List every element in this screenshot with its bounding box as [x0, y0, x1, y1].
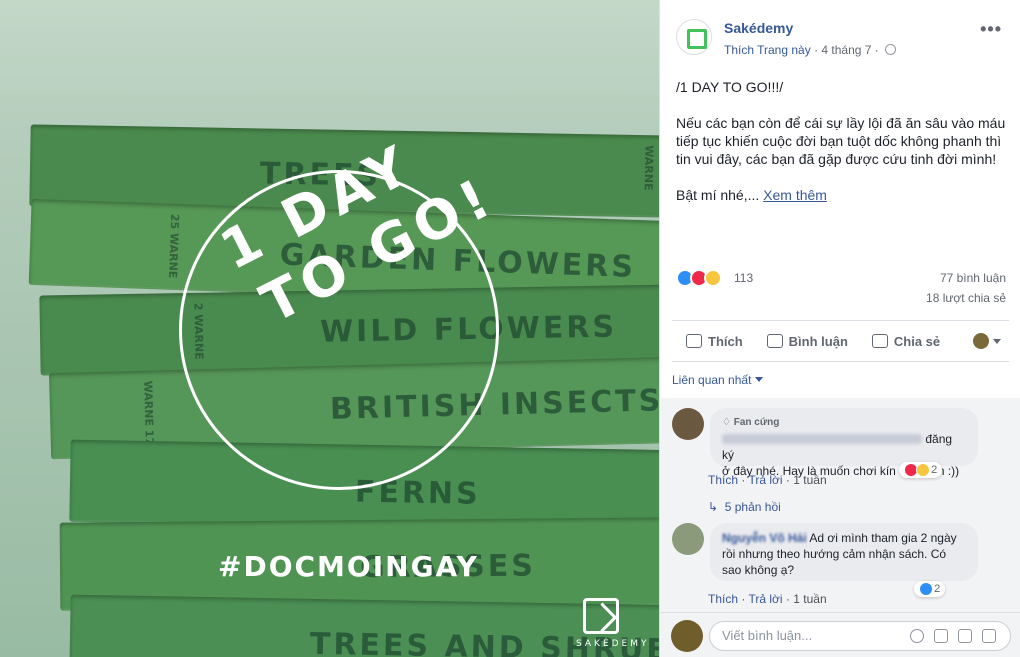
sort-label: Liên quan nhất — [672, 373, 752, 387]
separator: · — [814, 43, 819, 57]
comment-bubble: ♢ Fan cứng đăng ký ở đây nhé. Hay là muố… — [710, 408, 978, 478]
post-text: /1 DAY TO GO!!!/ Nếu các bạn còn để cái … — [676, 78, 1006, 222]
comment-reply-link[interactable]: Trả lời — [748, 473, 782, 487]
comment-composer: Viết bình luận... — [660, 612, 1020, 657]
page-name-link[interactable]: Sakédemy — [724, 20, 793, 36]
more-options-icon[interactable]: ••• — [980, 20, 1002, 38]
post-line: Nếu các bạn còn để cái sự lầy lội đã ăn … — [676, 115, 1006, 167]
separator: · — [874, 43, 879, 57]
comment-text: đăng ký — [722, 431, 966, 463]
shares-count[interactable]: 18 lượt chia sẻ — [926, 291, 1006, 305]
hashtag: #DOCMOINGAY — [218, 550, 479, 583]
post-date[interactable]: 4 tháng 7 — [821, 43, 871, 57]
comment-time[interactable]: 1 tuần — [793, 473, 826, 487]
like-reaction-icon — [919, 582, 933, 596]
comment-reply-link[interactable]: Trả lời — [748, 592, 782, 606]
comment-button[interactable]: Bình luận — [766, 333, 848, 349]
like-page-link[interactable]: Thích Trang này — [724, 43, 811, 57]
comment-actions: Thích · Trả lời · 1 tuần — [708, 473, 827, 487]
haha-reaction-icon — [916, 463, 930, 477]
post-sidebar: Sakédemy Thích Trang này · 4 tháng 7 · •… — [659, 0, 1020, 657]
reaction-summary: 113 77 bình luận 18 lượt chia sẻ — [676, 266, 1006, 306]
brand-logo-icon — [583, 598, 619, 634]
commenter-name[interactable]: Nguyễn Võ Hải — [722, 531, 807, 545]
globe-icon — [885, 44, 897, 55]
share-icon — [871, 334, 888, 348]
comments-count[interactable]: 77 bình luận — [940, 271, 1006, 285]
comment-bubble: Nguyễn Võ Hải Ad ơi mình tham gia 2 ngày… — [710, 523, 978, 581]
comment-sort-dropdown[interactable]: Liên quan nhất — [672, 373, 764, 387]
avatar — [671, 620, 703, 652]
share-button[interactable]: Chia sẻ — [871, 333, 941, 349]
chevron-down-icon — [993, 338, 1001, 344]
post-line: /1 DAY TO GO!!!/ — [676, 79, 784, 95]
chevron-down-icon — [755, 377, 764, 382]
thumbs-up-icon — [686, 334, 702, 348]
post-line-text: Bật mí nhé,... — [676, 187, 760, 203]
view-replies-link[interactable]: ↳ 5 phản hồi — [708, 500, 781, 514]
camera-icon[interactable] — [934, 629, 948, 643]
reaction-count[interactable]: 113 — [734, 271, 753, 285]
separator: · — [785, 473, 790, 487]
comment-reaction-count: 2 — [934, 583, 941, 595]
post-viewer: TREES WARNE GARDEN FLOWERS 25 WARNE WILD… — [0, 0, 1020, 657]
avatar[interactable] — [672, 408, 704, 440]
comment-like-link[interactable]: Thích — [708, 592, 738, 606]
commenter-name-blurred[interactable] — [722, 434, 922, 444]
fan-badge: ♢ Fan cứng — [722, 417, 780, 428]
avatar — [973, 333, 989, 349]
sticker-icon[interactable] — [982, 629, 996, 643]
post-photo[interactable]: TREES WARNE GARDEN FLOWERS 25 WARNE WILD… — [0, 0, 659, 657]
comment-actions: Thích · Trả lời · 1 tuần — [708, 592, 827, 606]
comments-list: ♢ Fan cứng đăng ký ở đây nhé. Hay là muố… — [660, 398, 1020, 612]
comment-label: Bình luận — [788, 333, 848, 349]
comment-time[interactable]: 1 tuần — [793, 592, 826, 606]
separator: · — [741, 473, 746, 487]
post-as-selector[interactable] — [973, 333, 1001, 349]
haha-reaction-icon — [704, 269, 722, 287]
page-avatar[interactable] — [676, 19, 712, 55]
comment-reactions[interactable]: 2 — [899, 462, 943, 478]
post-actions: Thích Bình luận Chia sẻ — [672, 320, 1009, 362]
separator: · — [785, 592, 790, 606]
reaction-icons[interactable] — [676, 269, 722, 287]
brand-wordmark: SAKÉDEMY — [576, 639, 650, 649]
post-line: Bật mí nhé,... Xem thêm — [676, 186, 1006, 204]
see-more-link[interactable]: Xem thêm — [763, 187, 827, 203]
comment-reaction-count: 2 — [931, 464, 938, 476]
avatar[interactable] — [672, 523, 704, 555]
separator: · — [741, 592, 746, 606]
replies-label: 5 phản hồi — [724, 500, 781, 514]
share-label: Chia sẻ — [893, 333, 941, 349]
comment-like-link[interactable]: Thích — [708, 473, 738, 487]
gif-icon[interactable] — [958, 629, 972, 643]
comment-reactions[interactable]: 2 — [914, 581, 946, 597]
comment-icon — [766, 334, 783, 348]
fan-badge-label: Fan cứng — [733, 417, 780, 428]
post-meta: Thích Trang này · 4 tháng 7 · — [724, 43, 897, 57]
like-button[interactable]: Thích — [686, 334, 743, 349]
like-label: Thích — [708, 333, 743, 349]
emoji-icon[interactable] — [910, 629, 924, 643]
post-header: Sakédemy Thích Trang này · 4 tháng 7 · •… — [676, 16, 1008, 60]
